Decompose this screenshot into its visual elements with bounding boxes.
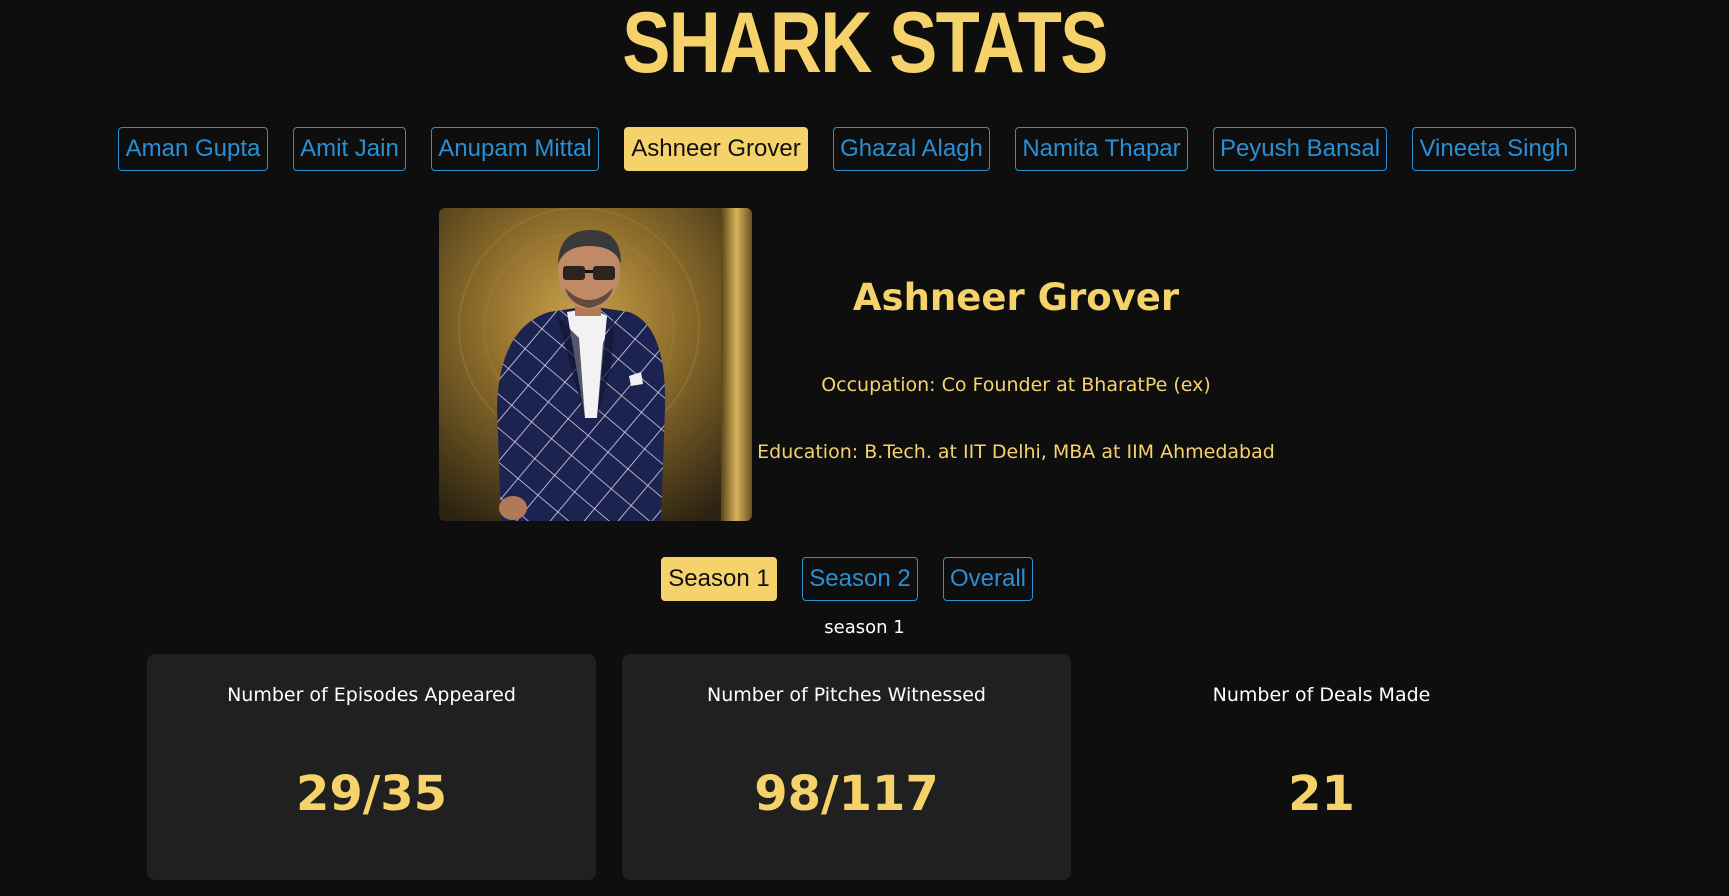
shark-nav: Aman Gupta Amit Jain Anupam Mittal Ashne… bbox=[0, 127, 1729, 171]
shark-tab-amit-jain[interactable]: Amit Jain bbox=[293, 127, 406, 171]
stat-label: Number of Deals Made bbox=[1212, 684, 1431, 706]
shark-tab-anupam-mittal[interactable]: Anupam Mittal bbox=[431, 127, 599, 171]
stat-value: 29/35 bbox=[295, 766, 448, 822]
stat-card-deals: Number of Deals Made 21 bbox=[1097, 654, 1546, 880]
stat-value: 21 bbox=[1288, 766, 1355, 822]
current-season-label: season 1 bbox=[824, 617, 905, 638]
stat-label: Number of Episodes Appeared bbox=[227, 684, 516, 706]
stat-card-pitches: Number of Pitches Witnessed 98/117 bbox=[622, 654, 1071, 880]
season-tab-season-2[interactable]: Season 2 bbox=[802, 557, 918, 601]
stat-value: 98/117 bbox=[754, 766, 939, 822]
shark-tab-namita-thapar[interactable]: Namita Thapar bbox=[1015, 127, 1188, 171]
shark-tab-vineeta-singh[interactable]: Vineeta Singh bbox=[1412, 127, 1576, 171]
profile-photo-image bbox=[439, 208, 752, 521]
season-tab-season-1[interactable]: Season 1 bbox=[661, 557, 777, 601]
season-tab-overall[interactable]: Overall bbox=[943, 557, 1033, 601]
app-title: SHARK STATS bbox=[622, 0, 1108, 91]
stat-label: Number of Pitches Witnessed bbox=[707, 684, 986, 706]
stat-card-episodes: Number of Episodes Appeared 29/35 bbox=[147, 654, 596, 880]
shark-tab-ghazal-alagh[interactable]: Ghazal Alagh bbox=[833, 127, 990, 171]
profile-education: Education: B.Tech. at IIT Delhi, MBA at … bbox=[757, 441, 1275, 463]
shark-tab-ashneer-grover[interactable]: Ashneer Grover bbox=[624, 127, 808, 171]
shark-tab-aman-gupta[interactable]: Aman Gupta bbox=[118, 127, 268, 171]
shark-tab-peyush-bansal[interactable]: Peyush Bansal bbox=[1213, 127, 1387, 171]
profile-photo bbox=[439, 208, 752, 521]
profile-name: Ashneer Grover bbox=[852, 276, 1180, 319]
profile-occupation: Occupation: Co Founder at BharatPe (ex) bbox=[821, 374, 1211, 396]
